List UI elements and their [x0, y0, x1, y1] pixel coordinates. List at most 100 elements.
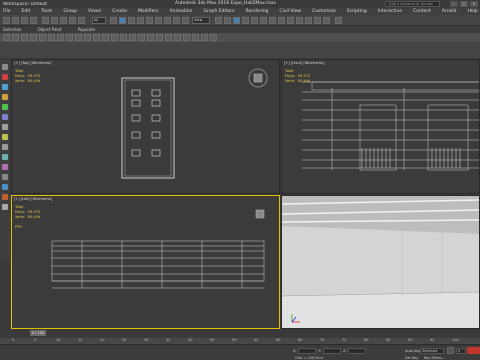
play-icon[interactable] [447, 347, 454, 354]
menu-item[interactable]: Group [63, 9, 77, 14]
y-field[interactable] [323, 348, 341, 354]
toolbar-tool-icon[interactable] [21, 17, 28, 24]
left-tool-icon[interactable] [2, 174, 8, 180]
graphite-tool-icon[interactable] [174, 34, 181, 41]
set-key-button[interactable] [467, 347, 480, 354]
maximize-button[interactable]: □ [460, 1, 468, 7]
graphite-tool-icon[interactable] [30, 34, 37, 41]
toolbar-tool-icon[interactable] [110, 17, 117, 24]
graphite-tool-icon[interactable] [21, 34, 28, 41]
frame-field[interactable]: 0 [456, 348, 466, 354]
menu-item[interactable]: File [3, 9, 11, 14]
graphite-tool-icon[interactable] [183, 34, 190, 41]
toolbar-tool-icon[interactable] [12, 17, 19, 24]
graphite-tool-icon[interactable] [3, 34, 10, 41]
left-tool-icon[interactable] [2, 64, 8, 70]
toolbar-tool-icon[interactable] [164, 17, 171, 24]
left-tool-icon[interactable] [2, 144, 8, 150]
graphite-tool-icon[interactable] [192, 34, 199, 41]
graphite-tool-icon[interactable] [12, 34, 19, 41]
menu-item[interactable]: Create [112, 9, 127, 14]
graphite-tool-icon[interactable] [57, 34, 64, 41]
graphite-tool-icon[interactable] [84, 34, 91, 41]
view-dropdown[interactable]: View [192, 17, 210, 24]
menu-item[interactable]: Graph Editors [204, 9, 235, 14]
graphite-tool-icon[interactable] [39, 34, 46, 41]
graphite-tool-icon[interactable] [165, 34, 172, 41]
toolbar-tool-icon[interactable] [69, 17, 76, 24]
toolbar-tool-icon[interactable] [155, 17, 162, 24]
menu-item[interactable]: Interactive [378, 9, 402, 14]
menu-item[interactable]: Customize [312, 9, 336, 14]
toolbar-tool-icon[interactable] [182, 17, 189, 24]
menu-item[interactable]: Tools [41, 9, 52, 14]
selection-filter-dropdown[interactable]: All [92, 17, 106, 24]
menu-item[interactable]: Views [88, 9, 101, 14]
toolbar-tool-icon[interactable] [173, 17, 180, 24]
left-tool-icon[interactable] [2, 114, 8, 120]
time-slider[interactable]: 0 / 100 [30, 330, 46, 336]
toolbar-tool-icon[interactable] [3, 17, 10, 24]
menu-item[interactable]: Animation [170, 9, 193, 14]
graphite-tool-icon[interactable] [138, 34, 145, 41]
ribbon-tab[interactable]: Object Paint [37, 27, 61, 32]
toolbar-tool-icon[interactable] [60, 17, 67, 24]
toolbar-tool-icon[interactable] [260, 17, 267, 24]
viewport-front[interactable]: [+] [Front] [Wireframe] Total Polys: 93,… [281, 59, 480, 194]
toolbar-tool-icon[interactable] [242, 17, 249, 24]
toolbar-tool-icon[interactable] [42, 17, 49, 24]
toolbar-tool-icon[interactable] [251, 17, 258, 24]
menu-item[interactable]: Scripting [347, 9, 367, 14]
left-tool-icon[interactable] [2, 94, 8, 100]
toolbar-tool-icon[interactable] [51, 17, 58, 24]
left-tool-icon[interactable] [2, 194, 8, 200]
graphite-tool-icon[interactable] [201, 34, 208, 41]
menu-item[interactable]: Content [413, 9, 431, 14]
x-field[interactable] [298, 348, 316, 354]
graphite-tool-icon[interactable] [156, 34, 163, 41]
toolbar-tool-icon[interactable] [224, 17, 231, 24]
toolbar-tool-icon[interactable] [78, 17, 85, 24]
left-tool-icon[interactable] [2, 134, 8, 140]
toolbar-tool-icon[interactable] [269, 17, 276, 24]
toolbar-tool-icon[interactable] [233, 17, 240, 24]
minimize-button[interactable]: – [450, 1, 458, 7]
selected-dropdown[interactable]: Selected [420, 348, 444, 354]
left-tool-icon[interactable] [2, 204, 8, 210]
viewport-perspective[interactable] [281, 195, 480, 329]
toolbar-tool-icon[interactable] [215, 17, 222, 24]
menu-item[interactable]: Rendering [245, 9, 268, 14]
left-tool-icon[interactable] [2, 84, 8, 90]
search-input[interactable]: Type a keyword or phrase [385, 1, 440, 7]
timeline[interactable]: 0 / 100 [0, 329, 480, 338]
toolbar-tool-icon[interactable] [30, 17, 37, 24]
toolbar-tool-icon[interactable] [287, 17, 294, 24]
z-field[interactable] [348, 348, 366, 354]
graphite-tool-icon[interactable] [147, 34, 154, 41]
left-tool-icon[interactable] [2, 104, 8, 110]
workspace-selector[interactable]: Workspace: Default [3, 2, 58, 7]
menu-item[interactable]: Civil View [279, 9, 301, 14]
left-tool-icon[interactable] [2, 164, 8, 170]
graphite-tool-icon[interactable] [129, 34, 136, 41]
left-tool-icon[interactable] [2, 154, 8, 160]
viewport-left[interactable]: [+] [Left] [Wireframe] Total Polys: 93,9… [11, 195, 280, 329]
graphite-tool-icon[interactable] [210, 34, 217, 41]
toolbar-tool-icon[interactable] [305, 17, 312, 24]
toolbar-tool-icon[interactable] [296, 17, 303, 24]
toolbar-tool-icon[interactable] [119, 17, 126, 24]
menu-item[interactable]: Arnold [442, 9, 457, 14]
graphite-tool-icon[interactable] [102, 34, 109, 41]
menu-item[interactable]: Modifiers [138, 9, 159, 14]
menu-item[interactable]: Help [467, 9, 477, 14]
toolbar-tool-icon[interactable] [314, 17, 321, 24]
graphite-tool-icon[interactable] [111, 34, 118, 41]
key-filters-button[interactable]: Key Filters... [424, 356, 445, 360]
graphite-tool-icon[interactable] [48, 34, 55, 41]
graphite-tool-icon[interactable] [120, 34, 127, 41]
graphite-tool-icon[interactable] [66, 34, 73, 41]
auto-key-button[interactable]: Auto Key [405, 349, 421, 353]
left-tool-icon[interactable] [2, 184, 8, 190]
toolbar-tool-icon[interactable] [137, 17, 144, 24]
close-button[interactable]: × [470, 1, 478, 7]
